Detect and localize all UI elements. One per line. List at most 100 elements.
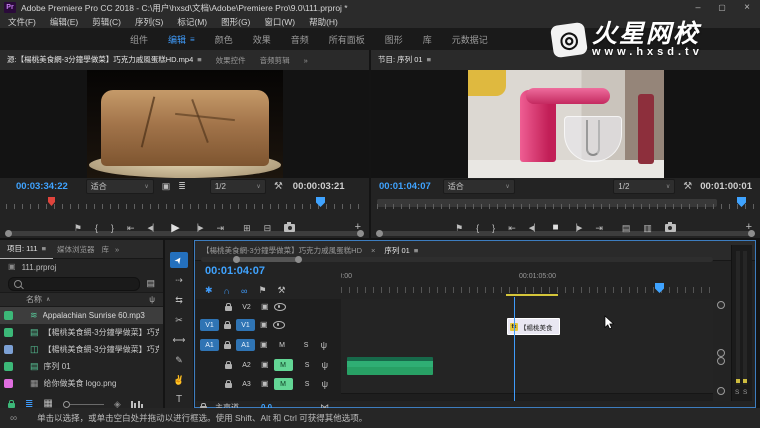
step-forward-button[interactable]: ▕▶: [193, 225, 204, 232]
track-lock-icon[interactable]: [225, 306, 232, 311]
ripple-edit-tool-button[interactable]: ⇆: [170, 292, 188, 308]
play-button[interactable]: ▶: [171, 223, 179, 234]
track-v2-lane[interactable]: [341, 299, 713, 318]
item-name[interactable]: 【楊桃美食網-3分鐘學做菜】巧克力戚風蛋糕HD: [44, 344, 159, 355]
label-swatch[interactable]: [4, 345, 13, 354]
nest-toggle-icon[interactable]: ✱: [205, 285, 213, 296]
project-column-header[interactable]: 名称 ∧ ψ: [0, 292, 163, 307]
workspace-tab-editing[interactable]: 编辑 ≡: [168, 33, 195, 46]
step-forward-button[interactable]: ▕▶: [572, 225, 583, 232]
source-patch-a1[interactable]: A1: [200, 339, 219, 351]
label-swatch[interactable]: [4, 328, 13, 337]
program-fit-select[interactable]: 适合 ∨: [443, 179, 515, 194]
program-video-area[interactable]: [371, 70, 760, 178]
program-time-ruler[interactable]: [377, 197, 754, 209]
scrollbar-handle-left[interactable]: [233, 256, 240, 263]
track-target-a3[interactable]: A3: [237, 378, 256, 390]
source-video-area[interactable]: [0, 70, 369, 178]
scrollbar-handle-right[interactable]: [295, 256, 302, 263]
add-marker-button[interactable]: ⚑: [455, 224, 463, 233]
minimize-button[interactable]: –: [686, 0, 710, 15]
track-target-a1[interactable]: A1: [236, 339, 255, 351]
program-button-editor[interactable]: +: [746, 222, 752, 233]
panel-menu-icon[interactable]: ≡: [414, 246, 418, 255]
go-to-out-button[interactable]: ⇥: [595, 224, 603, 233]
safe-margins-icon[interactable]: ▣: [162, 182, 171, 191]
mark-in-button[interactable]: {: [95, 224, 98, 233]
workspace-tab-effects[interactable]: 效果: [253, 33, 271, 46]
menu-clip[interactable]: 剪辑(C): [92, 16, 121, 28]
source-fit-select[interactable]: 适合 ∨: [86, 179, 154, 194]
timeline-playhead-line[interactable]: [514, 297, 515, 401]
mark-out-button[interactable]: }: [492, 224, 495, 233]
close-button[interactable]: ×: [734, 0, 760, 15]
program-timecode[interactable]: 00:01:04:07: [379, 181, 431, 192]
settings-wrench-icon[interactable]: ⚒: [683, 182, 692, 192]
export-frame-button[interactable]: [665, 224, 676, 232]
timeline-settings-wrench-icon[interactable]: ⚒: [278, 285, 286, 296]
item-name[interactable]: Appalachian Sunrise 60.mp3: [43, 311, 145, 320]
mute-button-a2[interactable]: M: [274, 359, 293, 371]
voiceover-mic-icon[interactable]: ψ: [321, 341, 327, 350]
export-frame-button[interactable]: [284, 224, 295, 232]
workspace-tab-libraries[interactable]: 库: [423, 33, 432, 46]
source-resolution-select[interactable]: 1/2 ∨: [210, 179, 266, 194]
track-a1-lane[interactable]: [341, 336, 713, 357]
panel-menu-icon[interactable]: ≡: [427, 55, 431, 64]
voiceover-mic-icon[interactable]: ψ: [322, 361, 328, 370]
list-item[interactable]: ▤ 序列 01: [0, 358, 163, 375]
source-patch-v1[interactable]: V1: [200, 319, 219, 331]
step-back-button[interactable]: ◀▏: [147, 225, 158, 232]
timeline-clip-a2-audio[interactable]: [347, 357, 433, 375]
meter-solo-right[interactable]: S: [743, 389, 747, 396]
add-marker-icon[interactable]: ⚑: [258, 285, 266, 296]
item-name[interactable]: 序列 01: [44, 361, 71, 372]
source-button-editor[interactable]: +: [355, 222, 361, 233]
add-marker-button[interactable]: ⚑: [74, 224, 82, 233]
hand-tool-button[interactable]: ✌: [170, 372, 188, 388]
linked-selection-icon[interactable]: ∞: [241, 286, 247, 296]
lift-button[interactable]: ▤: [622, 224, 631, 233]
mark-in-button[interactable]: {: [476, 224, 479, 233]
zoom-slider[interactable]: [63, 401, 104, 408]
razor-tool-button[interactable]: ✂: [170, 312, 188, 328]
track-select-forward-tool-button[interactable]: ⇢: [170, 272, 188, 288]
source-patch-empty[interactable]: [200, 378, 220, 390]
mark-out-button[interactable]: }: [111, 224, 114, 233]
track-lock-icon[interactable]: [225, 383, 232, 388]
step-back-button[interactable]: ◀▏: [529, 225, 540, 232]
zoom-slider-handle[interactable]: [63, 401, 70, 408]
mute-button-a1[interactable]: M: [273, 339, 292, 351]
voiceover-mic-icon[interactable]: ψ: [322, 380, 328, 389]
project-tab[interactable]: 项目: 111 ≡: [0, 240, 53, 259]
menu-graphics[interactable]: 图形(G): [221, 16, 250, 28]
solo-button-a2[interactable]: S: [298, 359, 317, 371]
mute-button-a3[interactable]: M: [274, 378, 293, 390]
track-lock-icon[interactable]: [224, 324, 231, 329]
overwrite-button[interactable]: ⊟: [264, 224, 272, 233]
track-lock-icon[interactable]: [225, 364, 232, 369]
track-output-eye-icon[interactable]: [273, 321, 285, 329]
go-to-out-button[interactable]: ⇥: [217, 224, 225, 233]
panel-menu-icon[interactable]: ≡: [42, 244, 46, 253]
timeline-zoom-scrollbar[interactable]: [201, 257, 713, 262]
go-to-in-button[interactable]: ⇤: [127, 224, 135, 233]
stop-button[interactable]: ■: [553, 223, 559, 233]
maximize-button[interactable]: ▢: [710, 0, 734, 15]
meter-solo-left[interactable]: S: [735, 389, 739, 396]
menu-file[interactable]: 文件(F): [8, 16, 36, 28]
track-resize-handle[interactable]: [717, 301, 725, 309]
track-target-v1[interactable]: V1: [236, 319, 255, 331]
extract-button[interactable]: ▥: [643, 224, 652, 233]
list-item[interactable]: ▤ 【楊桃美食網-3分鐘學做菜】巧克力戚風蛋糕HD.mp4: [0, 324, 163, 341]
track-output-eye-icon[interactable]: [274, 303, 286, 311]
list-item[interactable]: ◫ 【楊桃美食網-3分鐘學做菜】巧克力戚風蛋糕HD: [0, 341, 163, 358]
workspace-tab-color[interactable]: 颜色: [215, 33, 233, 46]
audio-clip-mixer-tab[interactable]: 音频剪辑: [253, 50, 297, 70]
tab-overflow-icon[interactable]: »: [112, 240, 122, 258]
slip-tool-button[interactable]: ⟷: [170, 332, 188, 348]
type-tool-button[interactable]: T: [170, 392, 188, 408]
track-lock-icon[interactable]: [224, 344, 231, 349]
label-swatch[interactable]: [4, 311, 13, 320]
solo-button-a1[interactable]: S: [297, 339, 316, 351]
